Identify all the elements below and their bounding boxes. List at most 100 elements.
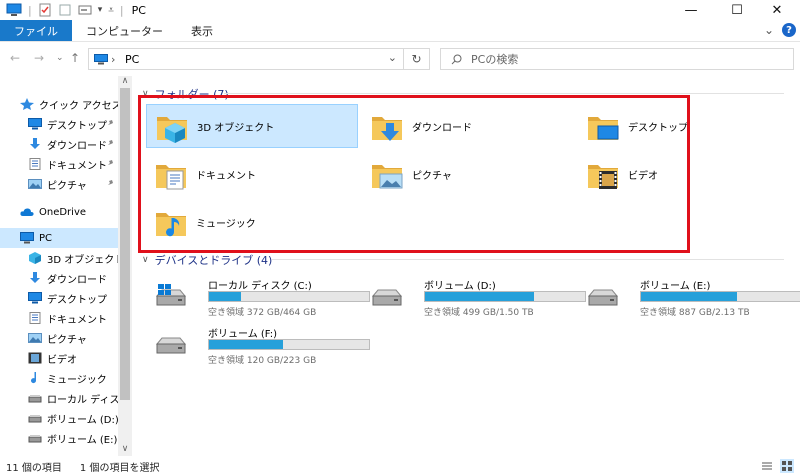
scroll-down-icon[interactable]: ∨ bbox=[118, 444, 132, 454]
collapse-icon[interactable]: ∨ bbox=[142, 255, 149, 265]
drive-name: ボリューム (F:) bbox=[208, 329, 278, 340]
quick-access-toolbar: | ▾ ⩡ | bbox=[28, 3, 124, 17]
sidebar-item-download[interactable]: ダウンロード bbox=[0, 268, 118, 288]
customize-qa-icon[interactable]: ⩡ bbox=[108, 5, 114, 16]
desktop-icon bbox=[28, 118, 42, 130]
sidebar-item-picture[interactable]: ピクチャ bbox=[0, 328, 118, 348]
3d-objects-icon bbox=[28, 252, 42, 264]
pc-icon bbox=[94, 54, 108, 65]
sidebar-item-music[interactable]: ミュージック bbox=[0, 368, 118, 388]
refresh-button[interactable]: ↻ bbox=[404, 48, 430, 70]
drives-group-header[interactable]: ∨ デバイスとドライブ (4) bbox=[142, 252, 272, 268]
download-icon bbox=[28, 272, 42, 284]
details-view-icon[interactable] bbox=[760, 459, 774, 473]
desktop-icon bbox=[28, 292, 42, 304]
expand-ribbon-icon[interactable]: ⌄ bbox=[764, 23, 774, 37]
up-icon[interactable]: ↑ bbox=[70, 51, 80, 65]
sidebar-item-picture[interactable]: ピクチャ bbox=[0, 174, 118, 194]
drive-icon bbox=[28, 392, 42, 404]
pin-icon[interactable] bbox=[106, 119, 114, 130]
drive-icon bbox=[586, 284, 620, 308]
window-title: PC bbox=[131, 3, 146, 17]
drive-usage-fill bbox=[209, 292, 241, 301]
scroll-thumb[interactable] bbox=[120, 88, 130, 400]
minimize-button[interactable]: — bbox=[668, 0, 714, 20]
rename-icon[interactable] bbox=[78, 3, 92, 17]
forward-icon[interactable]: → bbox=[34, 51, 44, 65]
sidebar-item-star[interactable]: クイック アクセス bbox=[0, 94, 118, 114]
qa-dropdown-icon[interactable]: ▾ bbox=[98, 5, 103, 15]
drive-free-space: 空き領域 372 GB/464 GB bbox=[208, 308, 317, 318]
sidebar-item-drive[interactable]: ボリューム (D:) bbox=[0, 408, 118, 428]
search-input[interactable]: PCの検索 bbox=[440, 48, 794, 70]
properties-icon[interactable] bbox=[38, 3, 52, 17]
pc-icon bbox=[20, 232, 34, 244]
sidebar-item-pc[interactable]: PC bbox=[0, 228, 118, 248]
drive-name: ボリューム (E:) bbox=[640, 281, 711, 292]
drive-tile[interactable]: ボリューム (E:) 空き領域 887 GB/2.13 TB bbox=[578, 276, 800, 318]
selected-count: 1 個の項目を選択 bbox=[79, 462, 160, 474]
sidebar-item-label: デスクトップ bbox=[47, 294, 107, 306]
sidebar-item-label: ダウンロード bbox=[47, 140, 107, 152]
download-icon bbox=[28, 138, 42, 150]
pc-window-icon[interactable] bbox=[6, 3, 22, 17]
address-bar[interactable]: › PC ⌄ bbox=[88, 48, 404, 70]
drive-tile[interactable]: ボリューム (D:) 空き領域 499 GB/1.50 TB bbox=[362, 276, 586, 318]
drive-free-space: 空き領域 499 GB/1.50 TB bbox=[424, 308, 534, 318]
sidebar-item-label: ドキュメント bbox=[47, 160, 107, 172]
drive-icon bbox=[370, 284, 404, 308]
item-count: 11 個の項目 bbox=[6, 462, 62, 474]
minimize-icon: — bbox=[684, 2, 698, 18]
drive-usage-bar bbox=[208, 339, 370, 350]
sidebar-item-label: OneDrive bbox=[39, 206, 87, 218]
tab-file[interactable]: ファイル bbox=[0, 20, 72, 41]
close-button[interactable]: ✕ bbox=[754, 0, 800, 20]
tab-computer[interactable]: コンピューター bbox=[72, 20, 177, 41]
help-icon[interactable]: ? bbox=[782, 23, 796, 37]
sidebar-item-label: ボリューム (E:) bbox=[47, 434, 118, 446]
drives-group-title: デバイスとドライブ (4) bbox=[154, 254, 273, 267]
drive-tile[interactable]: ローカル ディスク (C:) 空き領域 372 GB/464 GB bbox=[146, 276, 370, 318]
sidebar-item-download[interactable]: ダウンロード bbox=[0, 134, 118, 154]
sidebar-item-desktop[interactable]: デスクトップ bbox=[0, 288, 118, 308]
back-icon[interactable]: ← bbox=[10, 51, 20, 65]
recent-locations-icon[interactable]: ⌄ bbox=[56, 53, 64, 63]
drive-icon bbox=[154, 332, 188, 356]
sidebar-item-label: デスクトップ bbox=[47, 120, 107, 132]
tiles-view-icon[interactable] bbox=[780, 459, 794, 473]
close-icon: ✕ bbox=[771, 2, 783, 18]
cloud-icon bbox=[20, 206, 34, 218]
music-icon bbox=[28, 372, 42, 384]
nav-scrollbar[interactable]: ∧ ∨ bbox=[118, 76, 132, 456]
drive-icon bbox=[28, 432, 42, 444]
scroll-up-icon[interactable]: ∧ bbox=[118, 76, 132, 86]
star-icon bbox=[20, 98, 34, 110]
sidebar-item-label: PC bbox=[39, 232, 53, 244]
sidebar-item-drive[interactable]: ローカル ディスク (C bbox=[0, 388, 118, 408]
sidebar-item-document[interactable]: ドキュメント bbox=[0, 154, 118, 174]
new-folder-icon[interactable] bbox=[58, 3, 72, 17]
sidebar-item-desktop[interactable]: デスクトップ bbox=[0, 114, 118, 134]
ribbon-tabs: ファイル コンピューター 表示 ⌄ ? bbox=[0, 20, 800, 42]
picture-icon bbox=[28, 332, 42, 344]
pin-icon[interactable] bbox=[106, 159, 114, 170]
sidebar-item-document[interactable]: ドキュメント bbox=[0, 308, 118, 328]
drive-free-space: 空き領域 887 GB/2.13 TB bbox=[640, 308, 750, 318]
breadcrumb-separator[interactable]: › bbox=[111, 53, 115, 66]
drive-name: ローカル ディスク (C:) bbox=[208, 281, 312, 292]
picture-icon bbox=[28, 178, 42, 190]
navigation-pane: クイック アクセス デスクトップ ダウンロード ドキュメント ピクチャ OneDrive P… bbox=[0, 76, 132, 456]
pin-icon[interactable] bbox=[106, 179, 114, 190]
sidebar-item-3d-objects[interactable]: 3D オブジェクト bbox=[0, 248, 118, 268]
sidebar-item-drive[interactable]: ボリューム (E:) bbox=[0, 428, 118, 448]
drive-usage-fill bbox=[641, 292, 737, 301]
drive-usage-bar bbox=[640, 291, 800, 302]
sidebar-item-cloud[interactable]: OneDrive bbox=[0, 202, 118, 222]
sidebar-item-video[interactable]: ビデオ bbox=[0, 348, 118, 368]
pin-icon[interactable] bbox=[106, 139, 114, 150]
address-dropdown-icon[interactable]: ⌄ bbox=[388, 51, 397, 64]
title-bar: | ▾ ⩡ | PC — ☐ ✕ bbox=[0, 0, 800, 20]
tab-view[interactable]: 表示 bbox=[177, 20, 227, 41]
drive-tile[interactable]: ボリューム (F:) 空き領域 120 GB/223 GB bbox=[146, 324, 370, 366]
breadcrumb-pc[interactable]: PC bbox=[125, 53, 139, 66]
